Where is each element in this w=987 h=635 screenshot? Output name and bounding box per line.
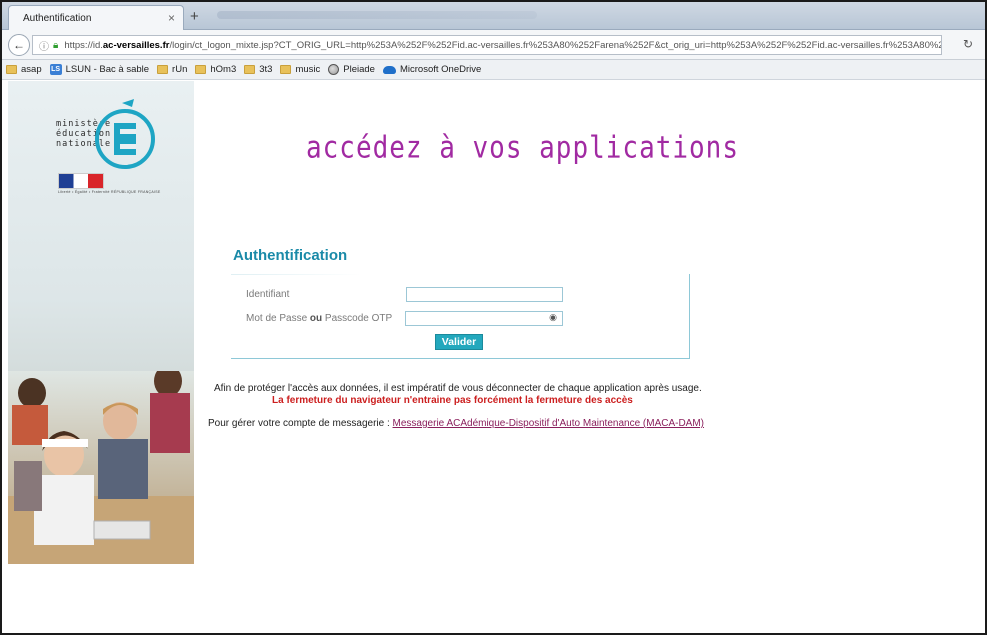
bookmark-run[interactable]: rUn: [157, 64, 187, 75]
password-label: Mot de Passe ou Passcode OTP: [246, 313, 392, 324]
folder-icon: [6, 65, 17, 74]
identifiant-label: Identifiant: [246, 289, 290, 300]
new-tab-icon[interactable]: +: [190, 8, 199, 25]
bookmark-label: rUn: [172, 64, 188, 75]
back-arrow-icon: ←: [13, 38, 25, 52]
marianne-flag-icon: [58, 173, 104, 189]
bookmark-label: hOm3: [210, 64, 237, 75]
bookmark-label: Microsoft OneDrive: [399, 64, 482, 75]
back-button[interactable]: ←: [8, 34, 30, 56]
ministry-e-logo-icon: [95, 99, 155, 169]
mail-account-notice: Pour gérer votre compte de messagerie : …: [208, 418, 704, 429]
identifiant-input[interactable]: [406, 287, 563, 302]
password-input[interactable]: ◉: [405, 311, 563, 326]
password-label-or: ou: [309, 313, 323, 324]
show-password-eye-icon[interactable]: ◉: [549, 312, 557, 323]
tab-authentification[interactable]: Authentification ×: [8, 5, 184, 30]
valider-button[interactable]: Valider: [435, 334, 483, 350]
url-path: /login/ct_logon_mixte.jsp?CT_ORIG_URL=ht…: [169, 39, 942, 51]
cloud-icon: [382, 65, 396, 74]
bookmark-3t3[interactable]: 3t3: [244, 64, 272, 75]
bookmark-asap[interactable]: asap: [6, 64, 42, 75]
bookmark-label: music: [295, 64, 321, 75]
page-headline: accédez à vos applications: [306, 131, 739, 166]
browser-close-warning: La fermeture du navigateur n'entraine pa…: [272, 395, 633, 406]
logout-notice: Afin de protéger l'accès aux données, il…: [214, 383, 702, 394]
reload-icon[interactable]: ↻: [963, 37, 973, 51]
bookmark-music[interactable]: music: [280, 64, 320, 75]
tab-close-icon[interactable]: ×: [168, 11, 175, 25]
students-photo: [8, 371, 194, 564]
tab-title: Authentification: [23, 12, 92, 24]
folder-icon: [157, 65, 169, 74]
page-content: ministère éducation nationale Liberté • …: [2, 81, 985, 633]
bookmark-label: 3t3: [259, 64, 273, 75]
bookmarks-toolbar: asap LS LSUN - Bac à sable rUn hOm3 3t3 …: [2, 60, 985, 80]
folder-icon: [195, 65, 207, 74]
mail-notice-prefix: Pour gérer votre compte de messagerie :: [208, 418, 393, 429]
sidebar-banner: ministère éducation nationale Liberté • …: [8, 81, 194, 564]
bookmark-label: asap: [21, 64, 42, 75]
password-label-part: Passcode OTP: [322, 313, 393, 324]
bookmark-pleiade[interactable]: Pleiade: [328, 64, 375, 75]
bookmark-hom3[interactable]: hOm3: [195, 64, 236, 75]
password-label-part: Mot de Passe: [246, 313, 310, 324]
blurred-tabs: [217, 11, 537, 19]
folder-icon: [244, 65, 256, 74]
url-prefix: https://id.: [64, 39, 103, 51]
auth-heading: Authentification: [233, 247, 348, 264]
navigation-bar: ← ⓘ 🔒︎ https://id. ac-versailles.fr/login…: [2, 30, 985, 60]
bookmark-label: LSUN - Bac à sable: [65, 64, 150, 75]
bookmark-lsun[interactable]: LS LSUN - Bac à sable: [49, 64, 150, 75]
globe-icon: [328, 64, 340, 75]
maca-dam-link[interactable]: Messagerie ACAdémique-Dispositif d'Auto …: [393, 418, 704, 429]
browser-window: Authentification × + ← ⓘ 🔒︎ https://id. a…: [0, 0, 987, 635]
folder-icon: [280, 65, 292, 74]
url-bar[interactable]: ⓘ 🔒︎ https://id. ac-versailles.fr/login/c…: [32, 35, 942, 55]
bookmark-onedrive[interactable]: Microsoft OneDrive: [382, 64, 482, 75]
url-domain: ac-versailles.fr: [102, 39, 170, 51]
lock-icon[interactable]: 🔒︎: [53, 40, 58, 51]
bookmark-label: Pleiade: [343, 64, 375, 75]
tab-strip: Authentification × +: [2, 2, 985, 30]
info-icon[interactable]: ⓘ: [39, 38, 49, 53]
republique-text: Liberté • Égalité • Fraternité RÉPUBLIQU…: [58, 190, 161, 194]
ls-badge-icon: LS: [49, 64, 62, 75]
